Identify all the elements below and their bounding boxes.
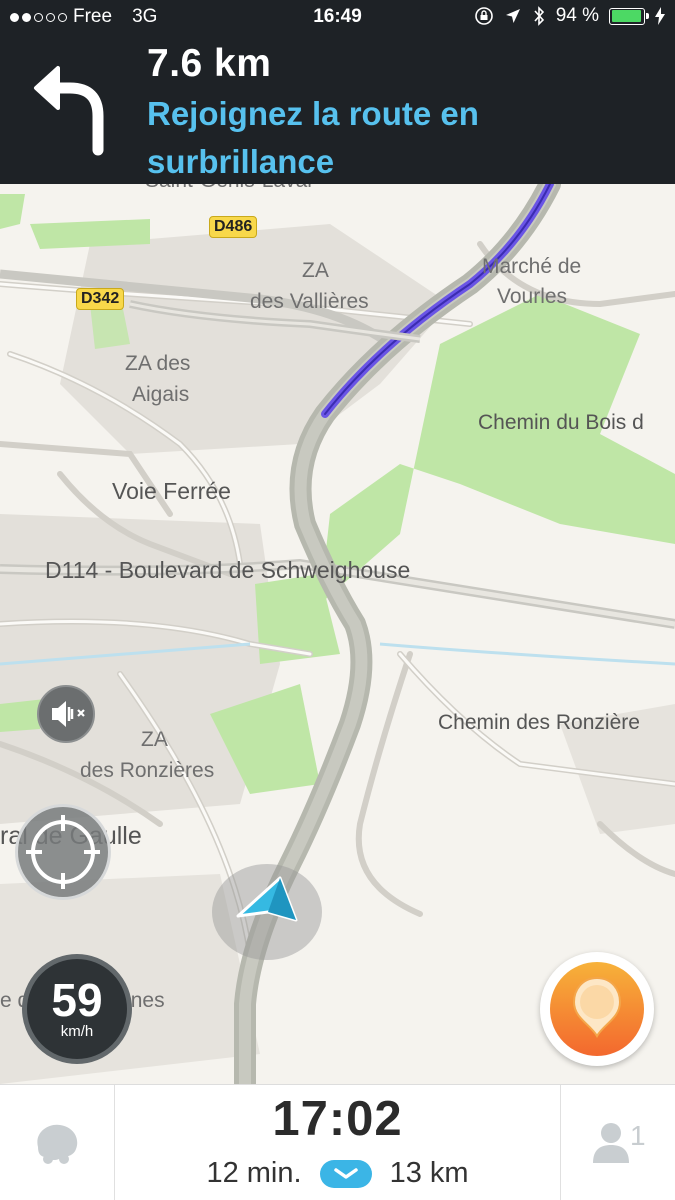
trip-summary[interactable]: 12 min. 13 km xyxy=(115,1157,560,1190)
sound-toggle-button[interactable] xyxy=(37,685,95,743)
report-button-face xyxy=(550,962,644,1056)
eta-time[interactable]: 17:02 xyxy=(115,1091,560,1147)
map-label-top: Saint-Genis-Laval xyxy=(145,184,312,196)
road-shield-d342: D342 xyxy=(76,288,125,310)
waze-menu-icon xyxy=(37,1124,78,1164)
status-icons: 94 % xyxy=(474,5,665,27)
instruction-text: Rejoignez la route en surbrillance xyxy=(147,95,479,180)
map-label-za-ronzieres: ZA xyxy=(141,728,168,751)
nearby-users-count: 1 xyxy=(630,1120,646,1151)
map-label-za-vallieres-2: des Vallières xyxy=(250,290,369,313)
recenter-crosshair-icon xyxy=(26,815,100,889)
map-canvas[interactable] xyxy=(0,184,675,1084)
road-shield-d486: D486 xyxy=(209,216,258,238)
speedometer: 59 km/h xyxy=(22,954,132,1064)
map-label-marche-vourles-2: Vourles xyxy=(497,285,568,308)
map-label-za-aigais-2: Aigais xyxy=(132,383,190,406)
speed-unit: km/h xyxy=(60,1023,94,1040)
sound-muted-icon xyxy=(52,701,85,727)
map-label-za-ronzieres-2: des Ronzières xyxy=(80,759,215,782)
charging-bolt-icon xyxy=(655,7,665,25)
current-speed: 59 xyxy=(51,974,103,1026)
main-menu-button[interactable] xyxy=(0,1085,115,1200)
trip-distance: 13 km xyxy=(389,1157,469,1189)
navigation-instruction-banner[interactable]: 7.6 km Rejoignez la route en surbrillanc… xyxy=(0,34,675,184)
vehicle-arrow-icon xyxy=(236,876,298,922)
battery-level-fill xyxy=(611,10,641,22)
map-label-marche-vourles: Marché de xyxy=(482,255,582,278)
user-icon xyxy=(593,1123,629,1163)
nearby-users-button[interactable] xyxy=(560,1085,675,1200)
map-view[interactable]: Saint-Genis-Laval ZA des Vallières March… xyxy=(0,184,675,1084)
report-pin-icon xyxy=(572,976,622,1038)
chevron-down-icon[interactable] xyxy=(319,1159,372,1188)
turn-left-arrow-icon xyxy=(34,66,104,156)
bottom-bar: 17:02 12 min. 13 km xyxy=(0,1084,675,1200)
bluetooth-icon xyxy=(534,6,544,26)
map-label-chemin-ronzieres: Chemin des Ronzière xyxy=(438,711,640,734)
trip-duration: 12 min. xyxy=(206,1157,302,1189)
status-bar: Free 3G 16:49 94 % xyxy=(0,0,675,34)
battery-icon xyxy=(609,7,649,25)
distance-to-turn: 7.6 km xyxy=(147,42,272,85)
battery-percent: 94 % xyxy=(555,5,599,26)
map-label-voie-ferree: Voie Ferrée xyxy=(112,478,231,504)
map-label-za-vallieres: ZA xyxy=(302,259,329,282)
location-arrow-icon xyxy=(505,9,520,23)
orientation-lock-icon xyxy=(474,7,493,25)
map-label-chemin-bois: Chemin du Bois d xyxy=(478,411,644,434)
recenter-button[interactable] xyxy=(15,804,111,900)
map-label-d114: D114 - Boulevard de Schweighouse xyxy=(45,557,411,583)
map-label-za-aigais: ZA des xyxy=(125,352,191,375)
report-button[interactable] xyxy=(540,952,654,1066)
